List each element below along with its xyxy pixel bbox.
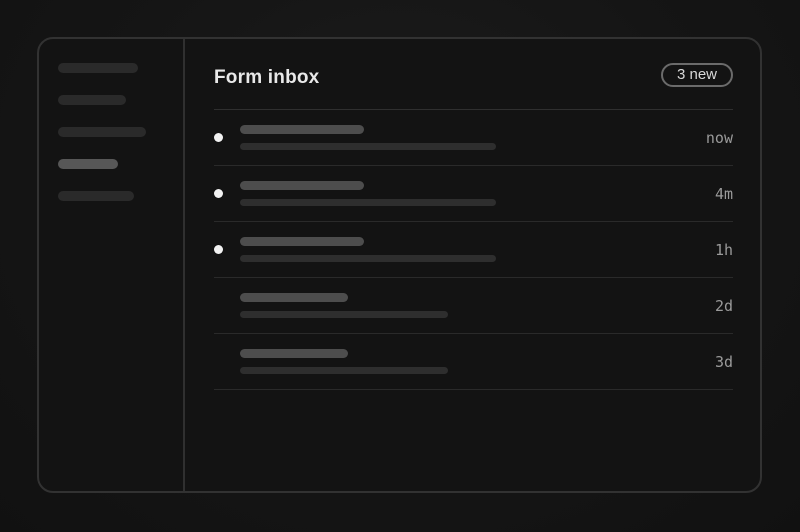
row-timestamp: 4m <box>714 185 733 203</box>
sidebar-item-4-active[interactable] <box>58 159 118 169</box>
inbox-row-4[interactable]: 2d <box>214 278 733 334</box>
sidebar-item-1[interactable] <box>58 63 138 73</box>
sidebar-item-2[interactable] <box>58 95 126 105</box>
unread-dot <box>214 245 223 254</box>
main-panel: Form inbox 3 new now 4m 1h 2d 3d <box>185 39 760 491</box>
sidebar-item-5[interactable] <box>58 191 134 201</box>
row-title-placeholder <box>240 125 364 134</box>
inbox-row-3[interactable]: 1h <box>214 222 733 278</box>
row-title-placeholder <box>240 293 348 302</box>
row-preview-placeholder <box>240 199 496 206</box>
unread-dot <box>214 189 223 198</box>
row-preview-placeholder <box>240 367 448 374</box>
row-title-placeholder <box>240 181 364 190</box>
inbox-row-1[interactable]: now <box>214 110 733 166</box>
row-timestamp: 3d <box>714 353 733 371</box>
row-preview-placeholder <box>240 143 496 150</box>
new-count-badge: 3 new <box>660 63 733 87</box>
inbox-row-2[interactable]: 4m <box>214 166 733 222</box>
row-preview-placeholder <box>240 311 448 318</box>
sidebar <box>39 39 185 491</box>
row-timestamp: 1h <box>714 241 733 259</box>
inbox-list: now 4m 1h 2d 3d <box>214 110 733 390</box>
row-title-placeholder <box>240 349 348 358</box>
unread-dot <box>214 133 223 142</box>
app-window: Form inbox 3 new now 4m 1h 2d 3d <box>37 37 762 493</box>
row-preview-placeholder <box>240 255 496 262</box>
row-timestamp: 2d <box>714 297 733 315</box>
inbox-row-5[interactable]: 3d <box>214 334 733 390</box>
row-title-placeholder <box>240 237 364 246</box>
sidebar-item-3[interactable] <box>58 127 146 137</box>
page-title: Form inbox <box>214 67 320 88</box>
row-timestamp: now <box>705 129 733 147</box>
